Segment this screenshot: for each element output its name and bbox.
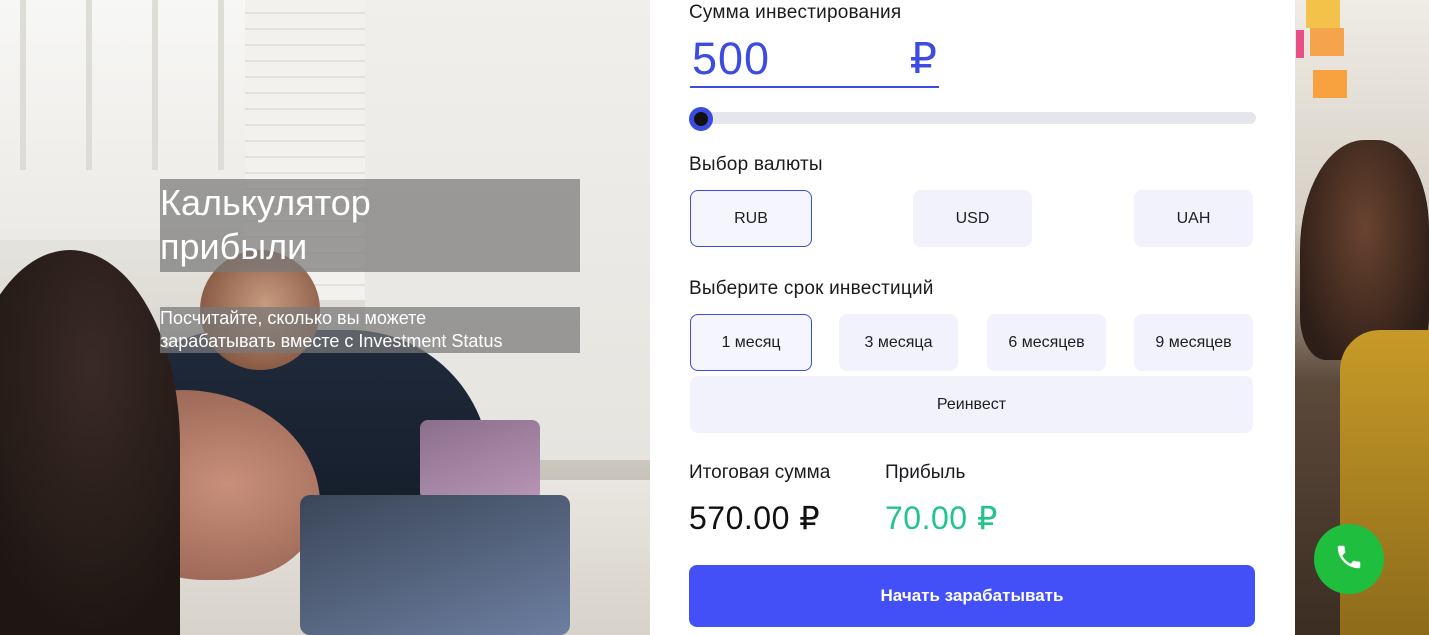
term-option-label: 3 месяца (864, 333, 933, 351)
sticky-note (1306, 0, 1340, 28)
background-person-woman (0, 250, 180, 635)
term-option-3-months[interactable]: 3 месяца (839, 314, 958, 371)
amount-input[interactable] (692, 34, 892, 84)
total-label: Итоговая сумма (689, 462, 831, 483)
currency-option-rub[interactable]: RUB (690, 190, 812, 247)
currency-option-label: UAH (1176, 209, 1211, 227)
profit-label: Прибыль (885, 462, 966, 483)
term-option-label: 6 месяцев (1008, 333, 1085, 351)
term-label: Выберите срок инвестиций (689, 278, 934, 299)
amount-currency-sign: ₽ (909, 35, 937, 83)
sticky-note (1310, 28, 1344, 56)
term-option-label: 1 месяц (721, 333, 781, 351)
reinvest-option[interactable]: Реинвест (690, 376, 1253, 433)
profit-calculator-panel: Сумма инвестирования ₽ Выбор валюты RUB … (650, 0, 1295, 635)
background-laptop (300, 495, 570, 635)
background-person-right (1300, 140, 1429, 360)
term-option-6-months[interactable]: 6 месяцев (987, 314, 1106, 371)
start-earning-button[interactable]: Начать зарабатывать (689, 565, 1255, 627)
amount-slider-handle[interactable] (689, 107, 713, 131)
currency-option-uah[interactable]: UAH (1134, 190, 1253, 247)
page-title: Калькулятор прибыли (160, 179, 580, 272)
phone-icon (1334, 542, 1364, 577)
sticky-note (1296, 30, 1304, 58)
term-option-1-month[interactable]: 1 месяц (690, 314, 812, 371)
term-option-9-months[interactable]: 9 месяцев (1134, 314, 1253, 371)
total-value: 570.00 ₽ (689, 500, 821, 536)
currency-option-usd[interactable]: USD (913, 190, 1032, 247)
call-button[interactable] (1314, 524, 1384, 594)
amount-slider-track[interactable] (690, 112, 1256, 124)
background-laptop-small (420, 420, 540, 500)
amount-field: ₽ (690, 30, 939, 88)
currency-option-label: USD (955, 209, 990, 227)
profit-value: 70.00 ₽ (885, 500, 998, 536)
page-subtitle: Посчитайте, сколько вы можете зарабатыва… (160, 307, 580, 353)
reinvest-label: Реинвест (936, 395, 1007, 413)
currency-option-label: RUB (734, 209, 768, 227)
term-option-label: 9 месяцев (1155, 333, 1232, 351)
currency-label: Выбор валюты (689, 154, 823, 175)
sticky-note (1313, 70, 1347, 98)
amount-label: Сумма инвестирования (689, 2, 902, 23)
